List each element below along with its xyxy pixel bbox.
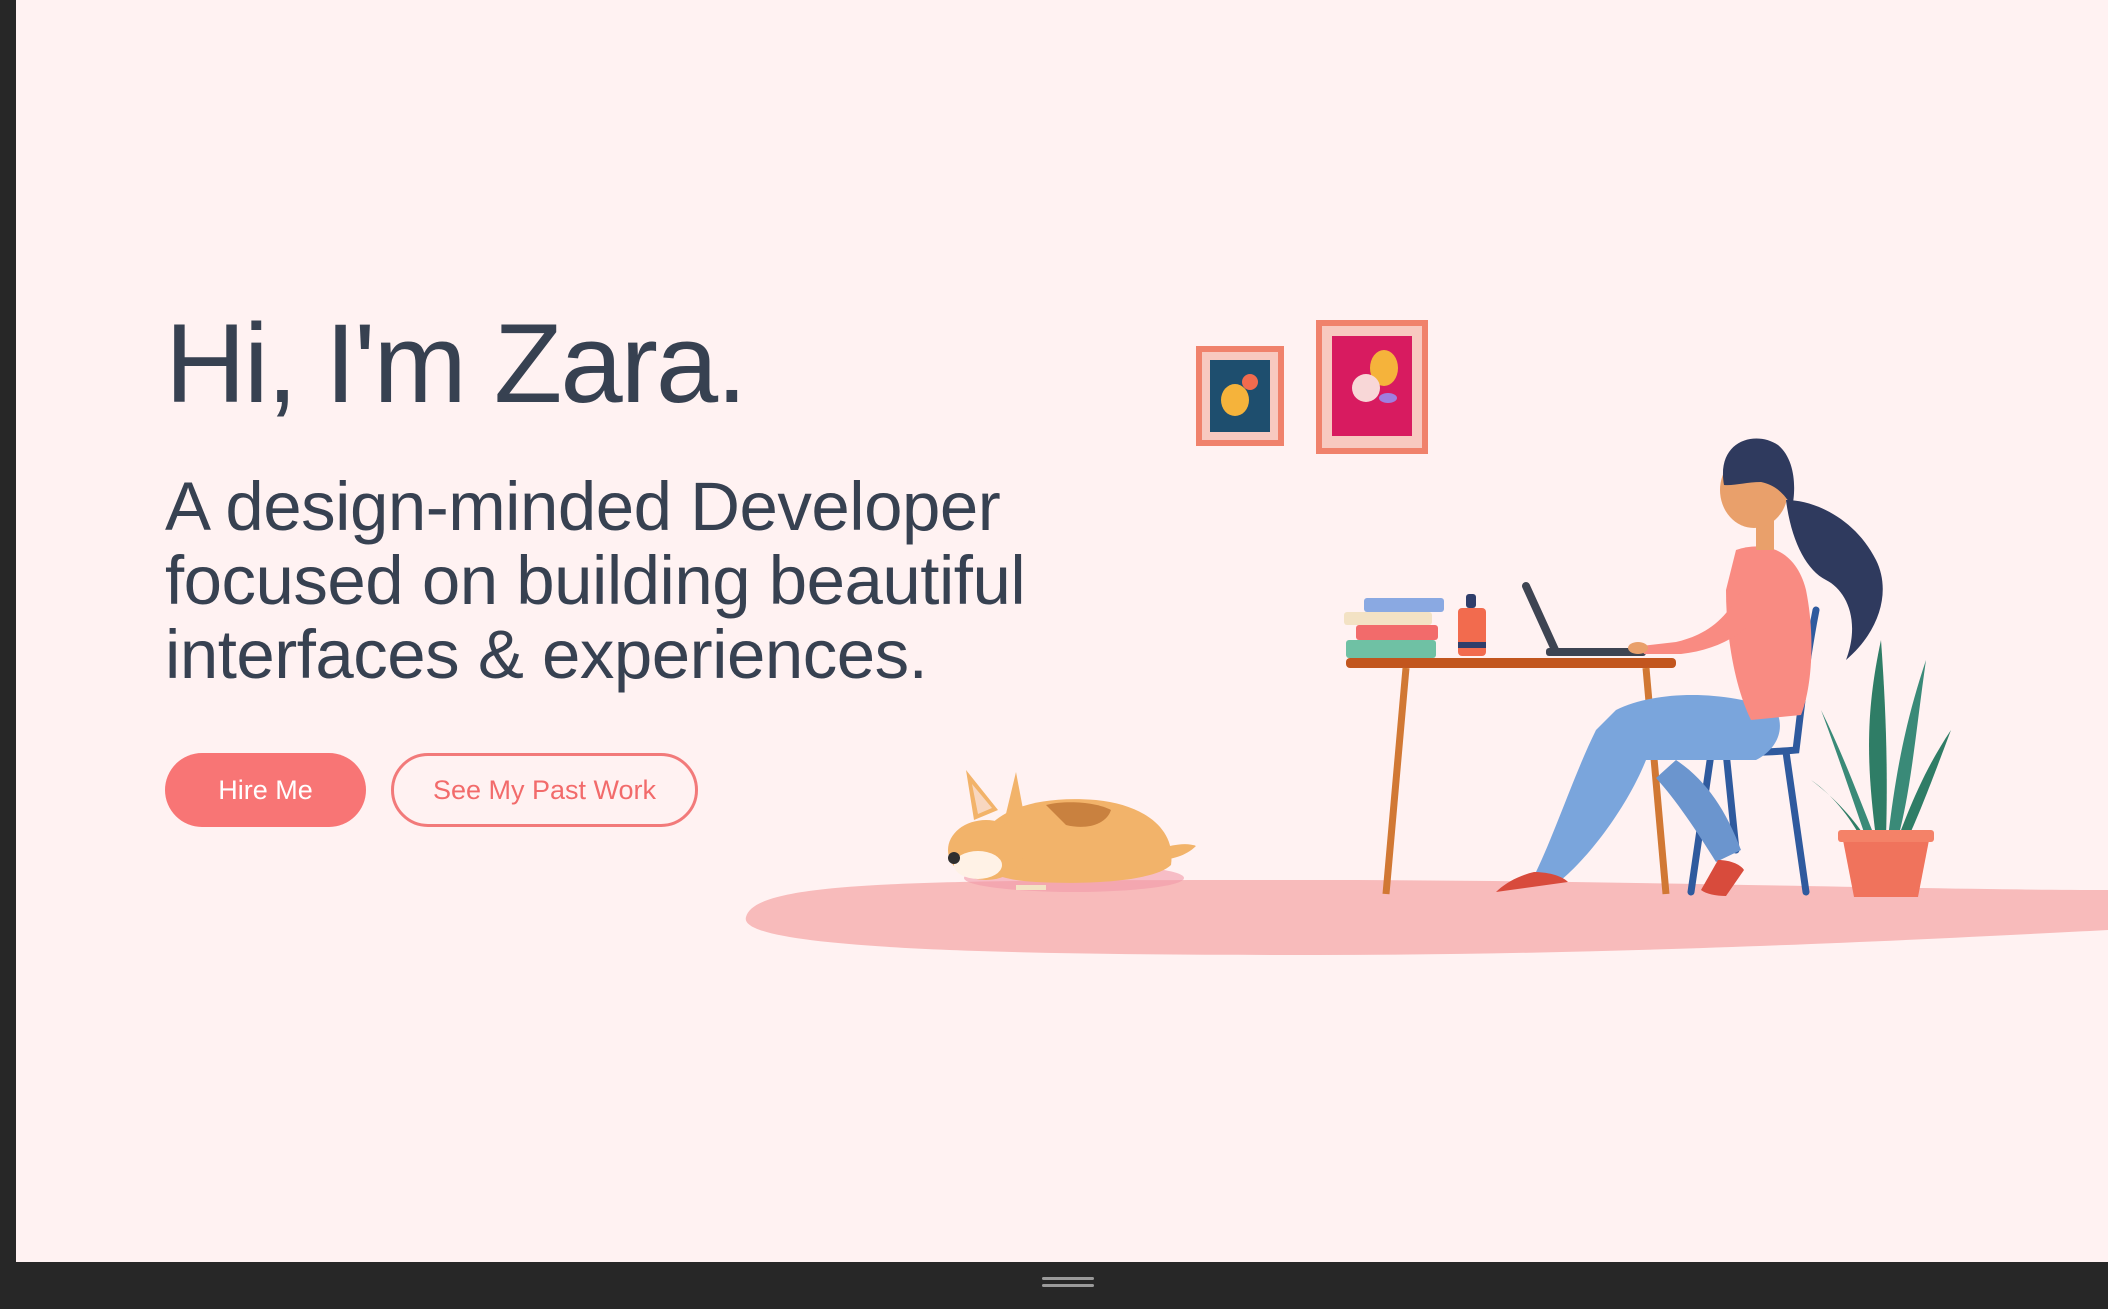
page-viewport: Hi, I'm Zara. A design-minded Developer …	[16, 0, 2108, 1262]
hero-illustration	[745, 320, 2108, 955]
books	[1344, 598, 1444, 658]
potted-plant	[1811, 640, 1951, 897]
resize-handle[interactable]	[1042, 1277, 1094, 1288]
coffee-cup	[1458, 594, 1486, 656]
corgi-dog	[948, 770, 1196, 892]
small-picture-frame	[1196, 346, 1284, 446]
bottom-bar	[0, 1262, 2108, 1309]
laptop	[1522, 582, 1646, 656]
hero-title: Hi, I'm Zara.	[165, 301, 747, 426]
hire-me-button[interactable]: Hire Me	[165, 753, 366, 827]
large-picture-frame	[1316, 320, 1428, 454]
see-past-work-button[interactable]: See My Past Work	[391, 753, 698, 827]
